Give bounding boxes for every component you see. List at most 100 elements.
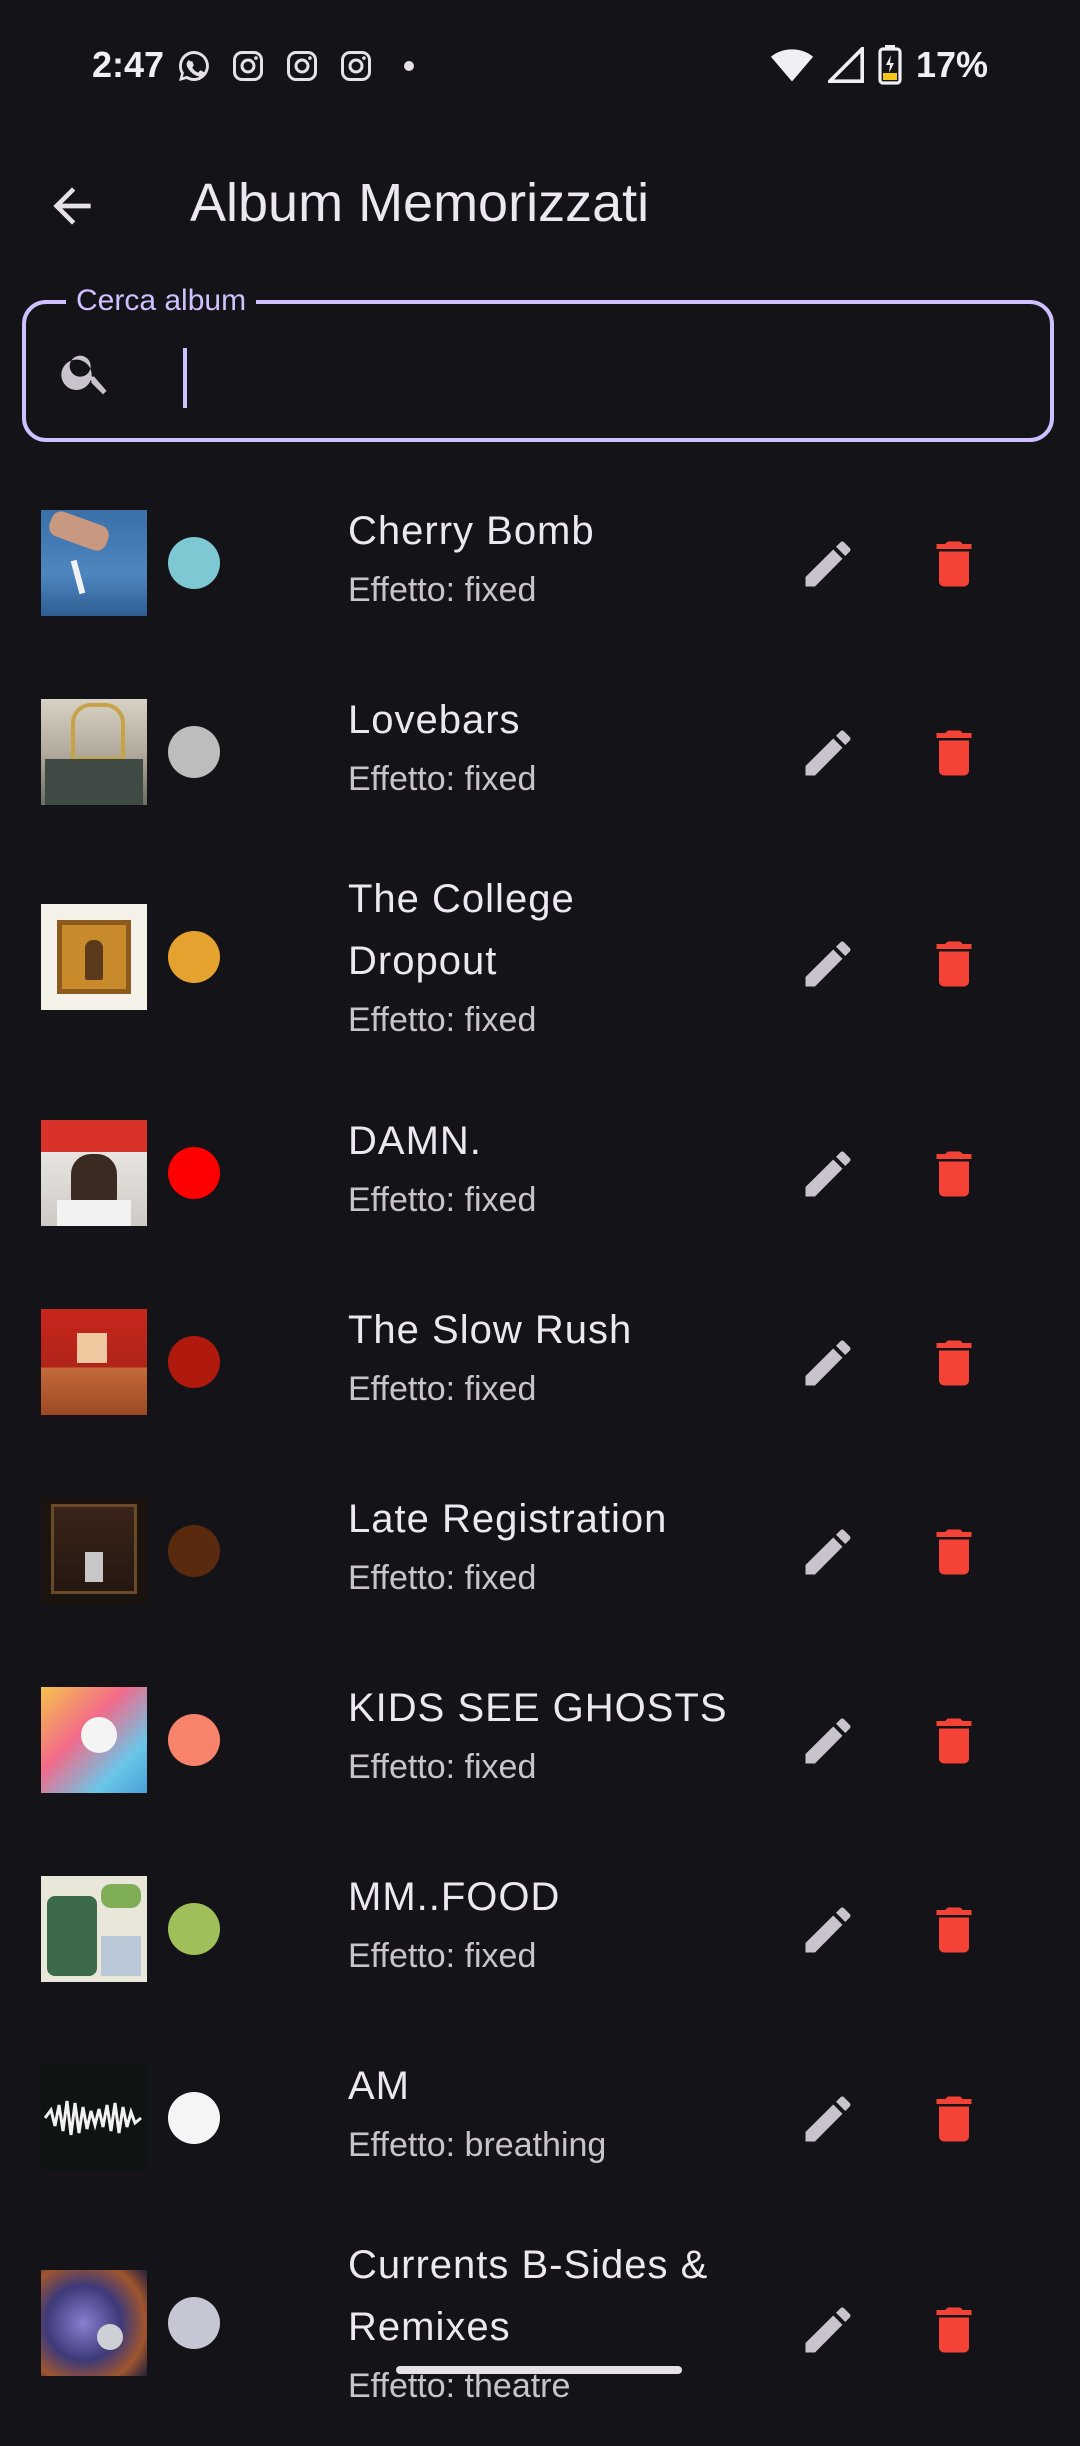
- list-item[interactable]: Lovebars Effetto: fixed: [0, 659, 1080, 848]
- album-effect: Effetto: fixed: [348, 1001, 537, 1039]
- arrow-back-icon[interactable]: [44, 178, 100, 234]
- album-name: Currents B-Sides & Remixes: [348, 2243, 709, 2349]
- album-info: MM..FOOD Effetto: fixed: [348, 1866, 728, 1984]
- list-item[interactable]: KIDS SEE GHOSTS Effetto: fixed: [0, 1647, 1080, 1836]
- album-name: Late Registration: [348, 1497, 668, 1541]
- delete-icon[interactable]: [924, 1333, 984, 1393]
- soundwave-graphic: [43, 2100, 142, 2136]
- delete-icon[interactable]: [924, 723, 984, 783]
- edit-icon[interactable]: [798, 1144, 858, 1204]
- album-effect: Effetto: fixed: [348, 1181, 537, 1219]
- color-indicator: [168, 2297, 220, 2349]
- album-effect: Effetto: fixed: [348, 1370, 537, 1408]
- album-effect: Effetto: fixed: [348, 1937, 537, 1975]
- list-item[interactable]: The College Dropout Effetto: fixed: [0, 848, 1080, 1080]
- color-indicator: [168, 726, 220, 778]
- color-indicator: [168, 1525, 220, 1577]
- search-input[interactable]: [156, 334, 1020, 406]
- album-cover: [41, 1687, 147, 1793]
- delete-icon[interactable]: [924, 934, 984, 994]
- edit-icon[interactable]: [798, 1333, 858, 1393]
- list-item[interactable]: Cherry Bomb Effetto: fixed: [0, 470, 1080, 659]
- wifi-icon: [770, 49, 814, 82]
- list-item[interactable]: Currents B-Sides & Remixes Effetto: thea…: [0, 2214, 1080, 2446]
- page-title: Album Memorizzati: [190, 173, 650, 233]
- album-cover: [41, 699, 147, 805]
- color-indicator: [168, 931, 220, 983]
- album-effect: Effetto: fixed: [348, 760, 537, 798]
- home-indicator[interactable]: [396, 2366, 682, 2374]
- edit-icon[interactable]: [798, 934, 858, 994]
- status-time: 2:47: [92, 44, 165, 85]
- battery-percent: 17%: [915, 44, 988, 85]
- delete-icon[interactable]: [924, 1711, 984, 1771]
- delete-icon[interactable]: [924, 1522, 984, 1582]
- edit-icon[interactable]: [798, 2300, 858, 2360]
- list-item[interactable]: MM..FOOD Effetto: fixed: [0, 1836, 1080, 2025]
- album-cover: [41, 1498, 147, 1604]
- search-icon: [61, 355, 107, 395]
- album-info: DAMN. Effetto: fixed: [348, 1110, 728, 1228]
- more-dot-icon: [404, 61, 414, 71]
- album-name: The College Dropout: [348, 877, 575, 983]
- album-info: The Slow Rush Effetto: fixed: [348, 1299, 728, 1417]
- delete-icon[interactable]: [924, 1900, 984, 1960]
- text-cursor: [183, 348, 187, 408]
- list-item[interactable]: The Slow Rush Effetto: fixed: [0, 1269, 1080, 1458]
- album-effect: Effetto: breathing: [348, 2126, 607, 2164]
- album-cover: [41, 510, 147, 616]
- whatsapp-icon: [179, 51, 209, 81]
- album-cover: [41, 1876, 147, 1982]
- album-name: The Slow Rush: [348, 1308, 633, 1352]
- album-effect: Effetto: fixed: [348, 1748, 537, 1786]
- delete-icon[interactable]: [924, 2300, 984, 2360]
- list-item[interactable]: Late Registration Effetto: fixed: [0, 1458, 1080, 1647]
- delete-icon[interactable]: [924, 2089, 984, 2149]
- album-name: MM..FOOD: [348, 1875, 561, 1919]
- app-bar: Album Memorizzati: [0, 150, 1080, 260]
- notification-icons: [176, 48, 414, 84]
- album-name: DAMN.: [348, 1119, 482, 1163]
- edit-icon[interactable]: [798, 723, 858, 783]
- album-info: AM Effetto: breathing: [348, 2055, 728, 2173]
- album-cover: [41, 2065, 147, 2171]
- instagram-icon: [341, 51, 371, 81]
- album-name: KIDS SEE GHOSTS: [348, 1686, 728, 1730]
- album-name: Cherry Bomb: [348, 509, 595, 553]
- color-indicator: [168, 1714, 220, 1766]
- search-field[interactable]: Cerca album: [22, 284, 1054, 442]
- album-info: The College Dropout Effetto: fixed: [348, 868, 728, 1048]
- battery-icon: [878, 45, 902, 85]
- album-cover: [41, 2270, 147, 2376]
- album-cover: [41, 1120, 147, 1226]
- color-indicator: [168, 2092, 220, 2144]
- color-indicator: [168, 537, 220, 589]
- list-item[interactable]: DAMN. Effetto: fixed: [0, 1080, 1080, 1269]
- color-indicator: [168, 1903, 220, 1955]
- edit-icon[interactable]: [798, 1711, 858, 1771]
- album-info: Cherry Bomb Effetto: fixed: [348, 500, 728, 618]
- delete-icon[interactable]: [924, 1144, 984, 1204]
- edit-icon[interactable]: [798, 1522, 858, 1582]
- album-info: KIDS SEE GHOSTS Effetto: fixed: [348, 1677, 728, 1795]
- list-item[interactable]: AM Effetto: breathing: [0, 2025, 1080, 2214]
- album-effect: Effetto: fixed: [348, 571, 537, 609]
- edit-icon[interactable]: [798, 534, 858, 594]
- instagram-icon: [233, 51, 263, 81]
- album-info: Late Registration Effetto: fixed: [348, 1488, 728, 1606]
- edit-icon[interactable]: [798, 2089, 858, 2149]
- instagram-icon: [287, 51, 317, 81]
- status-bar: 2:47 17%: [0, 0, 1080, 130]
- color-indicator: [168, 1336, 220, 1388]
- album-name: AM: [348, 2064, 410, 2108]
- album-info: Currents B-Sides & Remixes Effetto: thea…: [348, 2234, 728, 2414]
- color-indicator: [168, 1147, 220, 1199]
- system-icons: 17%: [770, 44, 988, 86]
- edit-icon[interactable]: [798, 1900, 858, 1960]
- album-effect: Effetto: fixed: [348, 1559, 537, 1597]
- signal-icon: [827, 47, 864, 83]
- search-label: Cerca album: [66, 284, 257, 318]
- album-cover: [41, 904, 147, 1010]
- delete-icon[interactable]: [924, 534, 984, 594]
- album-name: Lovebars: [348, 698, 521, 742]
